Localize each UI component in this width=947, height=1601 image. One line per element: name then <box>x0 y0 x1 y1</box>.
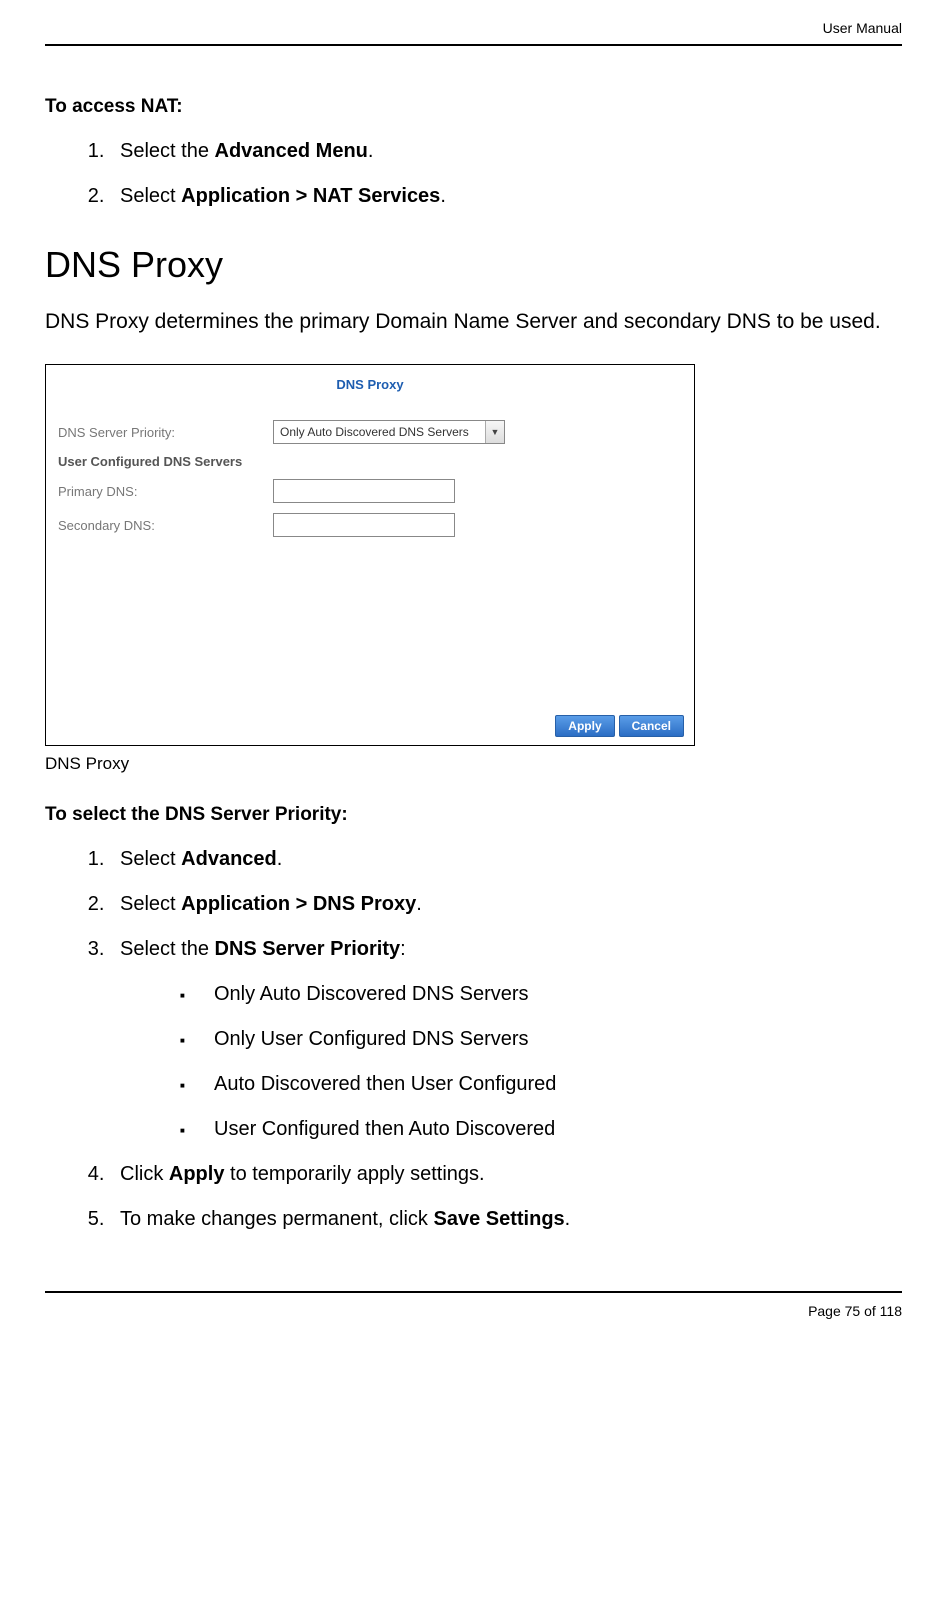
step-prefix: Select <box>120 185 181 207</box>
select-value: Only Auto Discovered DNS Servers <box>274 425 485 439</box>
step-bold: Advanced Menu <box>215 140 368 162</box>
secondary-dns-row: Secondary DNS: <box>58 513 682 537</box>
step-bold: Apply <box>169 1163 225 1185</box>
page: User Manual To access NAT: Select the Ad… <box>0 0 947 1349</box>
user-configured-subheader: User Configured DNS Servers <box>58 454 682 469</box>
list-item: Auto Discovered then User Configured <box>180 1073 902 1096</box>
section-heading-nat: To access NAT: <box>45 96 902 118</box>
cancel-button[interactable]: Cancel <box>619 715 684 737</box>
step-suffix: . <box>565 1208 571 1230</box>
secondary-dns-input[interactable] <box>273 513 455 537</box>
step-prefix: Select <box>120 848 181 870</box>
apply-button[interactable]: Apply <box>555 715 614 737</box>
step-suffix: . <box>416 893 422 915</box>
step-prefix: Select the <box>120 938 215 960</box>
document-footer: Page 75 of 118 <box>45 1291 902 1319</box>
page-number: Page 75 of 118 <box>808 1303 902 1319</box>
dns-priority-label: DNS Server Priority: <box>58 425 273 440</box>
list-item: Only Auto Discovered DNS Servers <box>180 983 902 1006</box>
step-prefix: Select <box>120 893 181 915</box>
page-title: DNS Proxy <box>45 244 902 286</box>
list-item: User Configured then Auto Discovered <box>180 1118 902 1141</box>
step-suffix: . <box>277 848 283 870</box>
header-label: User Manual <box>823 20 902 36</box>
primary-dns-label: Primary DNS: <box>58 484 273 499</box>
step-suffix: to temporarily apply settings. <box>224 1163 484 1185</box>
dns-priority-select[interactable]: Only Auto Discovered DNS Servers ▼ <box>273 420 505 444</box>
intro-paragraph: DNS Proxy determines the primary Domain … <box>45 310 902 334</box>
nat-steps-list: Select the Advanced Menu. Select Applica… <box>45 140 902 208</box>
step-bold: Advanced <box>181 848 277 870</box>
priority-options-list: Only Auto Discovered DNS Servers Only Us… <box>120 983 902 1141</box>
step-suffix: . <box>368 140 374 162</box>
primary-dns-input[interactable] <box>273 479 455 503</box>
form-area: DNS Server Priority: Only Auto Discovere… <box>46 392 694 537</box>
dns-priority-row: DNS Server Priority: Only Auto Discovere… <box>58 420 682 444</box>
step-bold: Save Settings <box>434 1208 565 1230</box>
step-bold: Application > DNS Proxy <box>181 893 416 915</box>
list-item: Only User Configured DNS Servers <box>180 1028 902 1051</box>
list-item: Select Application > DNS Proxy. <box>110 893 902 916</box>
step-prefix: To make changes permanent, click <box>120 1208 434 1230</box>
priority-steps-list: Select Advanced. Select Application > DN… <box>45 848 902 1231</box>
list-item: Select the DNS Server Priority: Only Aut… <box>110 938 902 1141</box>
step-suffix: . <box>440 185 446 207</box>
list-item: Select Application > NAT Services. <box>110 185 902 208</box>
list-item: Select Advanced. <box>110 848 902 871</box>
step-prefix: Select the <box>120 140 215 162</box>
step-bold: DNS Server Priority <box>215 938 401 960</box>
list-item: To make changes permanent, click Save Se… <box>110 1208 902 1231</box>
list-item: Click Apply to temporarily apply setting… <box>110 1163 902 1186</box>
document-header: User Manual <box>45 20 902 46</box>
dns-proxy-screenshot: DNS Proxy DNS Server Priority: Only Auto… <box>45 364 695 746</box>
step-suffix: : <box>400 938 406 960</box>
panel-title: DNS Proxy <box>46 365 694 392</box>
screenshot-caption: DNS Proxy <box>45 754 902 774</box>
step-prefix: Click <box>120 1163 169 1185</box>
button-row: Apply Cancel <box>555 715 684 737</box>
section-heading-priority: To select the DNS Server Priority: <box>45 804 902 826</box>
step-bold: Application > NAT Services <box>181 185 440 207</box>
secondary-dns-label: Secondary DNS: <box>58 518 273 533</box>
list-item: Select the Advanced Menu. <box>110 140 902 163</box>
chevron-down-icon: ▼ <box>485 421 504 443</box>
primary-dns-row: Primary DNS: <box>58 479 682 503</box>
